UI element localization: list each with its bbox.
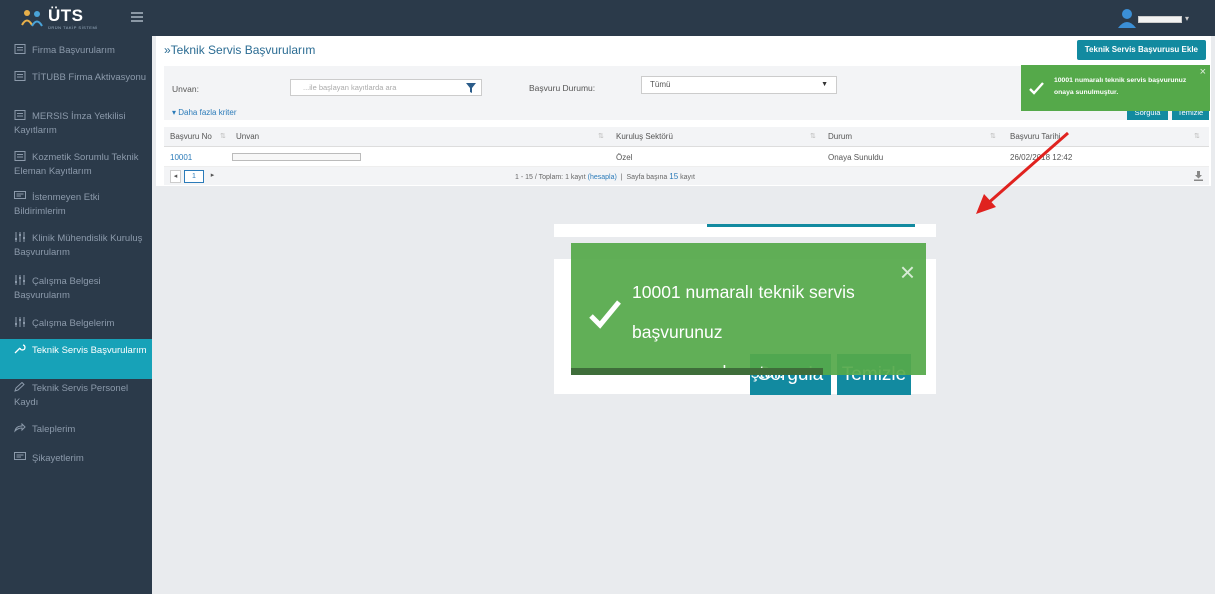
sliders-icon [14,232,26,242]
sliders-icon [14,317,26,327]
sidebar-item[interactable]: TİTUBB Firma Aktivasyonu [0,71,152,85]
top-bar: ÜTS ÜRÜN TAKİP SİSTEMİ ▾ [0,0,1215,36]
sidebar-item[interactable]: Taleplerim [0,423,152,437]
toast-message-line-1: 10001 numaralı teknik servis başvurunuz [632,282,855,342]
filter-icon[interactable] [466,83,476,93]
document-icon [14,151,26,161]
pager-range: 1 - 15 / Toplam: 1 kayıt [515,174,586,181]
sidebar-item[interactable]: Çalışma Belgesi Başvurularım [0,275,152,303]
more-criteria-label: Daha fazla kriter [178,108,237,117]
sidebar-item-label: Çalışma Belgelerim [32,318,115,329]
user-avatar-icon [1118,9,1136,28]
unvan-placeholder: ...ile başlayan kayıtlarda ara [303,83,397,92]
calculate-link[interactable]: (hesapla) [588,174,617,181]
sort-icon[interactable]: ⇅ [1194,132,1200,140]
logo-text: ÜTS [48,6,84,25]
success-toast-zoomed: 10001 numaralı teknik servis başvurunuz … [571,243,926,382]
document-icon [14,110,26,120]
column-header[interactable]: Kuruluş Sektörü [616,132,673,141]
chat-icon [14,452,26,462]
durum-value: Tümü [650,80,671,89]
per-page-suffix: kayıt [680,174,695,181]
sidebar-item[interactable]: Firma Başvurularım [0,44,152,58]
sidebar-item[interactable]: Teknik Servis Başvurularım [0,339,152,379]
add-application-button[interactable]: Teknik Servis Başvurusu Ekle [1076,40,1206,60]
document-icon [14,71,26,81]
menu-toggle-icon[interactable] [131,12,143,22]
application-number-link[interactable]: 10001 [170,153,192,162]
annotation-arrow-icon [976,131,1069,214]
pencil-icon [14,382,26,392]
sidebar-item[interactable]: Çalışma Belgelerim [0,317,152,331]
sliders-icon [14,275,26,285]
sort-icon[interactable]: ⇅ [810,132,816,140]
durum-select[interactable]: Tümü ▼ [641,76,837,94]
sidebar-item[interactable]: Teknik Servis Personel Kaydı [0,382,152,410]
user-menu[interactable]: ▾ [1118,8,1193,28]
document-icon [14,44,26,54]
download-icon[interactable] [1194,171,1203,181]
sidebar-item-label: Teknik Servis Başvurularım [32,345,147,356]
logo-subtitle: ÜRÜN TAKİP SİSTEMİ [48,25,98,30]
sidebar-item[interactable]: Kozmetik Sorumlu Teknik Eleman Kayıtları… [0,151,152,179]
sidebar-item[interactable]: İstenmeyen Etki Bildirimlerim [0,191,152,219]
chat-icon [14,191,26,201]
toast-message: 10001 numaralı teknik servis başvurunuz … [1054,77,1187,96]
sidebar-item[interactable]: Klinik Mühendislik Kuruluş Başvurularım [0,232,152,260]
uts-logo[interactable]: ÜTS ÜRÜN TAKİP SİSTEMİ [20,4,140,32]
page-number-input[interactable]: 1 [184,170,204,183]
more-criteria-link[interactable]: ▾ Daha fazla kriter [172,108,237,117]
sort-icon[interactable]: ⇅ [598,132,604,140]
reply-icon [14,423,26,433]
caret-down-icon: ▾ [1185,14,1190,23]
caret-down-icon: ▼ [821,81,828,88]
sidebar-item-label: Çalışma Belgesi Başvurularım [14,276,101,301]
sidebar-item-label: İstenmeyen Etki Bildirimlerim [14,192,100,217]
sidebar-item-label: Taleplerim [32,424,76,435]
sidebar-item-label: Teknik Servis Personel Kaydı [14,383,129,408]
sector-cell: Özel [616,153,633,162]
status-cell: Onaya Sunuldu [828,153,884,162]
page-title: »Teknik Servis Başvurularım [164,43,316,57]
check-icon [1029,82,1044,95]
sidebar-item-label: Klinik Mühendislik Kuruluş Başvurularım [14,233,143,258]
toast-progress-bar [571,368,823,375]
sidebar-item-label: TİTUBB Firma Aktivasyonu [32,72,147,83]
sidebar-item-label: Kozmetik Sorumlu Teknik Eleman Kayıtları… [14,152,139,177]
unvan-redacted [232,153,361,161]
sidebar-item-label: Firma Başvurularım [32,45,115,56]
unvan-label: Unvan: [172,84,199,94]
pager-info: 1 - 15 / Toplam: 1 kayıt (hesapla) | Say… [515,172,695,181]
sidebar-item-label: MERSIS İmza Yetkilisi Kayıtlarım [14,111,126,136]
prev-page-icon[interactable]: ◂ [170,170,181,183]
column-header[interactable]: Unvan [236,132,259,141]
zoom-inset-accent-line [707,224,915,227]
success-toast-small: 10001 numaralı teknik servis başvurunuz … [1021,65,1210,111]
sidebar-item[interactable]: Şikayetlerim [0,452,152,466]
unvan-search-input[interactable]: ...ile başlayan kayıtlarda ara [290,79,482,96]
close-icon[interactable]: × [1200,66,1206,78]
column-header[interactable]: Durum [828,132,852,141]
logo-people-icon [21,10,43,27]
sort-icon[interactable]: ⇅ [220,132,226,140]
next-page-icon[interactable]: ▸ [207,170,218,183]
per-page-value[interactable]: 15 [669,172,678,181]
per-page-label: Sayfa başına [626,174,668,181]
user-name-redacted [1138,16,1182,23]
sidebar-item[interactable]: MERSIS İmza Yetkilisi Kayıtlarım [0,110,152,138]
wrench-icon [14,344,26,354]
sidebar: Firma Başvurularım TİTUBB Firma Aktivasyo… [0,36,152,594]
column-header[interactable]: Başvuru No [170,132,212,141]
durum-label: Başvuru Durumu: [529,83,596,93]
check-icon [589,300,621,329]
sidebar-item-label: Şikayetlerim [32,453,84,464]
close-icon[interactable]: × [900,257,915,288]
